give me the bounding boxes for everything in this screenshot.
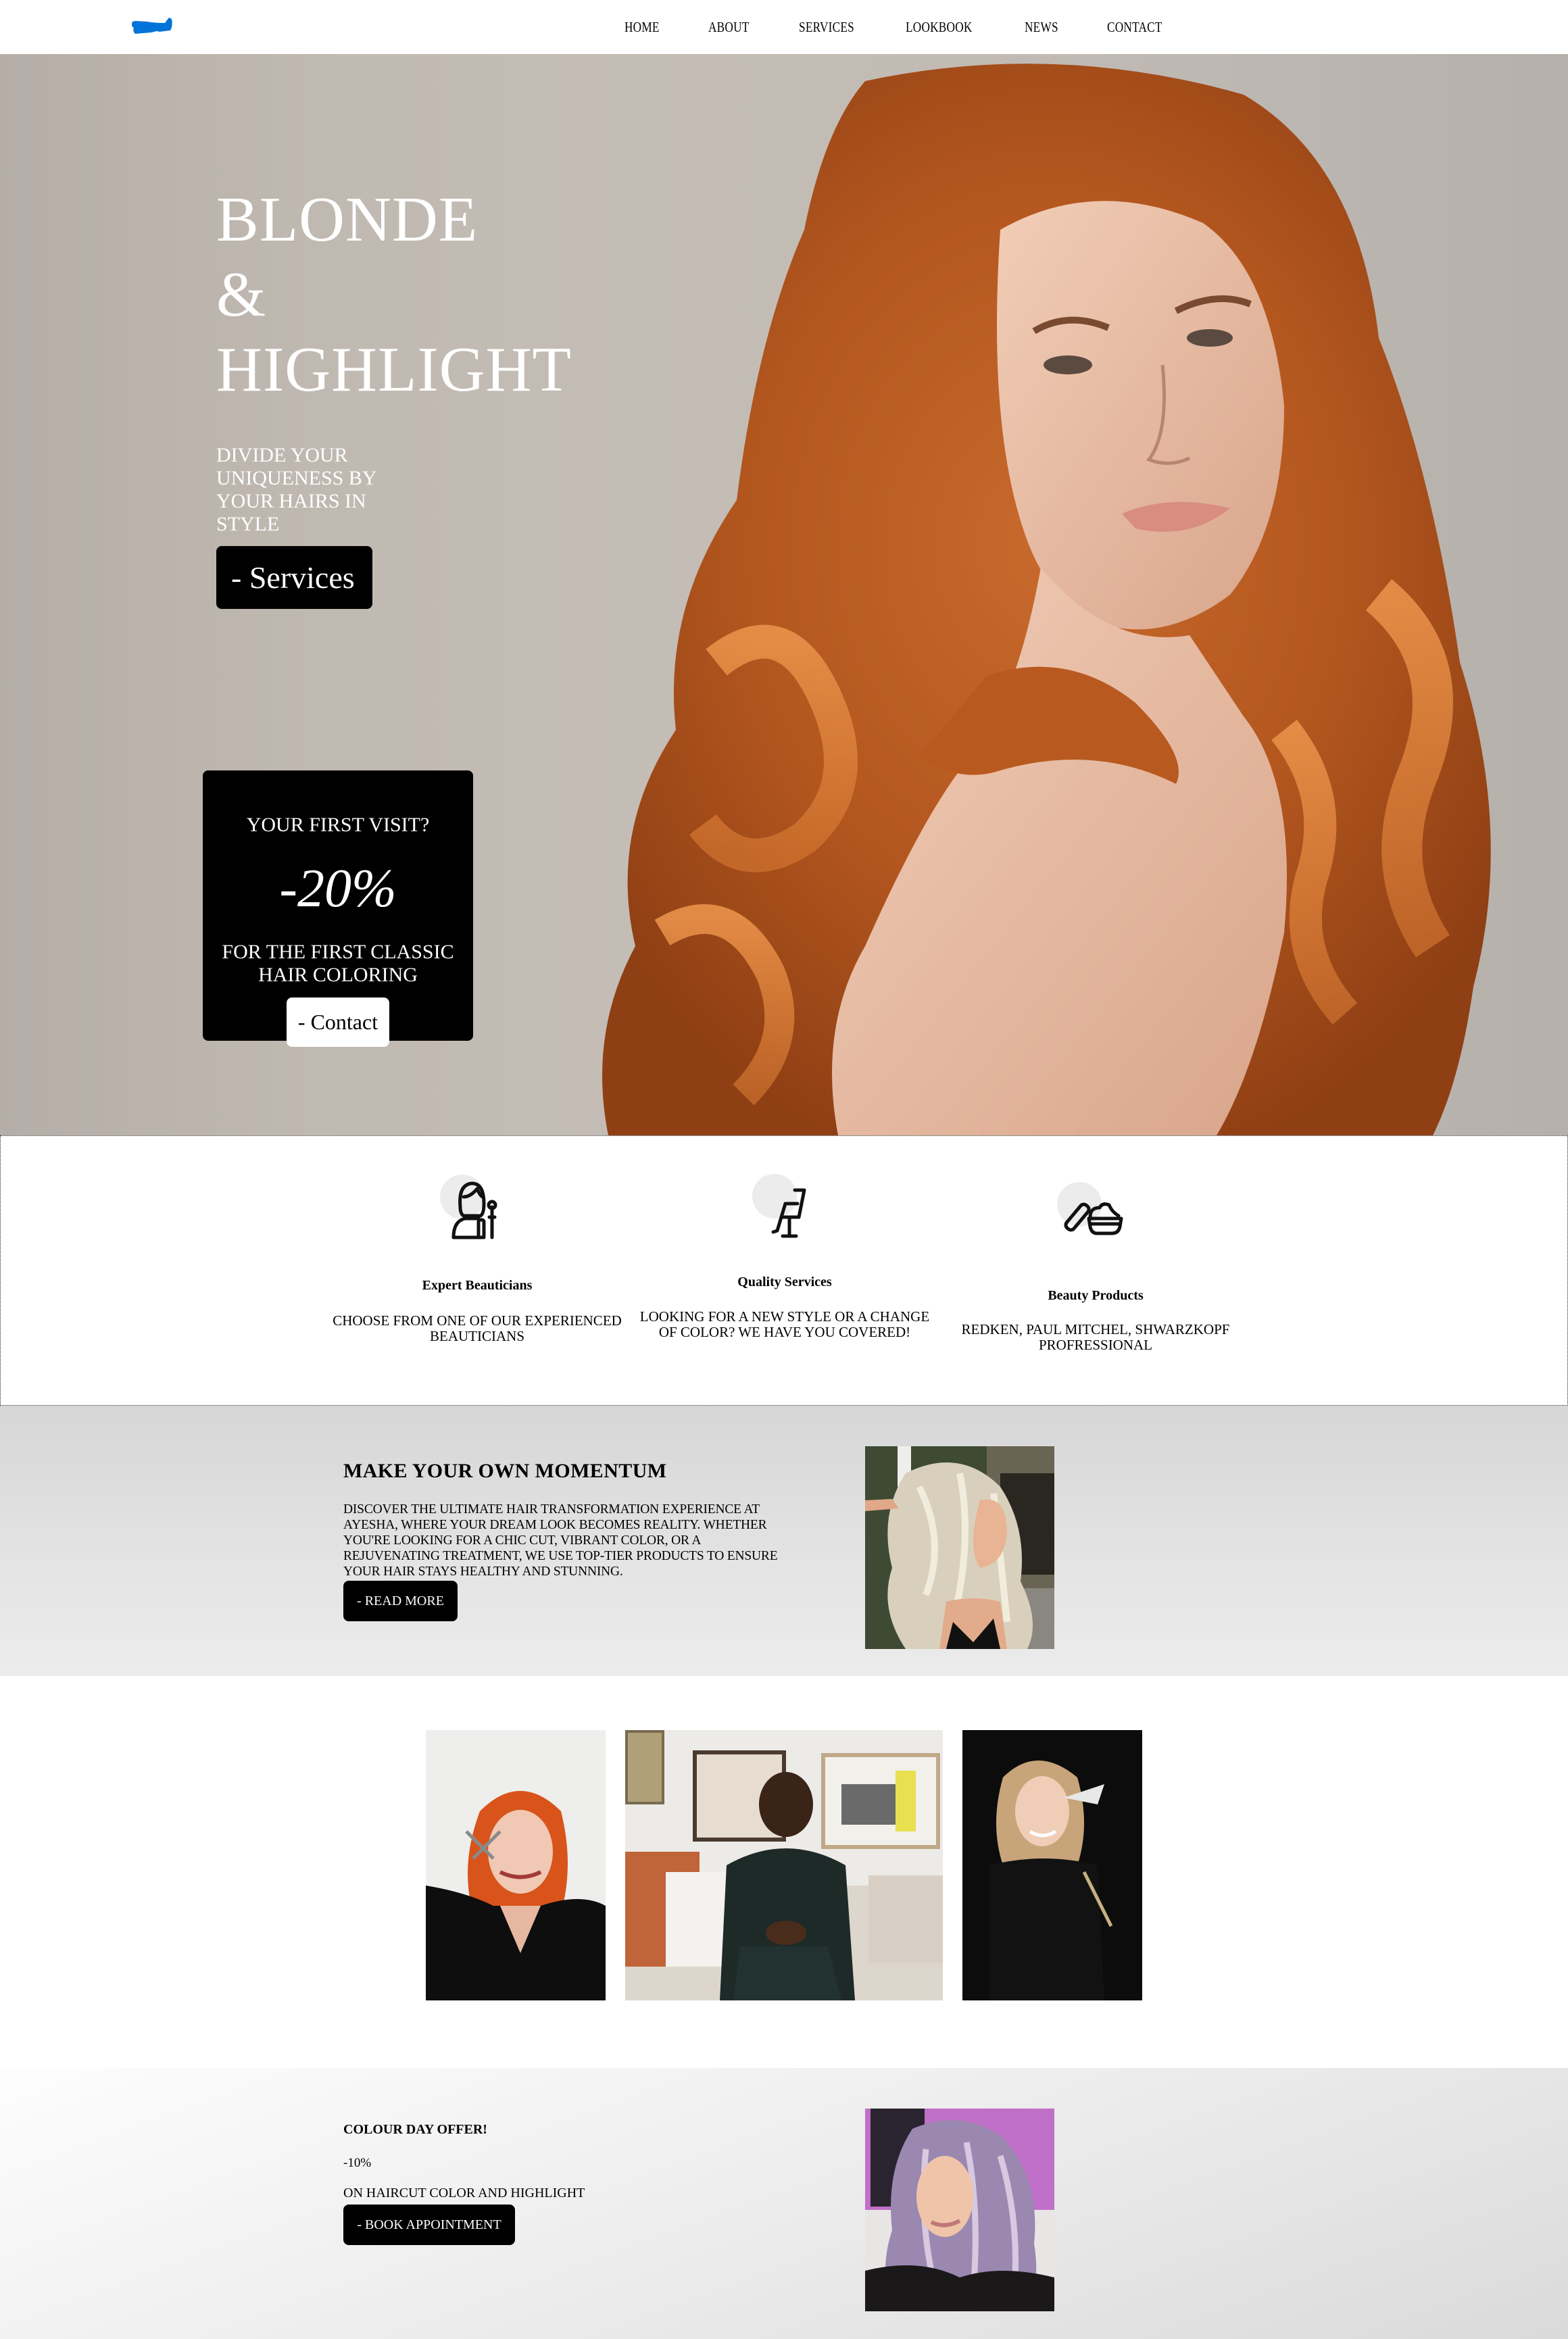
hero-section: BLONDE & HIGHLIGHT DIVIDE YOUR UNIQUENES… [0, 54, 1568, 1135]
services-button[interactable]: - Services [216, 546, 372, 609]
salon-chair-icon [771, 1188, 806, 1238]
team-member-photo [962, 1730, 1142, 2000]
book-appointment-button[interactable]: - BOOK APPOINTMENT [343, 2205, 515, 2245]
hero-title-line: & [216, 260, 267, 330]
feature-description: REDKEN, PAUL MITCHEL, SHWARZKOPF PROFRES… [961, 1321, 1230, 1353]
nav-lookbook[interactable]: LOOKBOOK [906, 19, 973, 36]
hero-title-line: HIGHLIGHT [216, 335, 572, 405]
hero-title: BLONDE & HIGHLIGHT [216, 182, 572, 408]
hero-subtitle: DIVIDE YOUR UNIQUENESS BY YOUR HAIRS IN … [216, 444, 376, 535]
site-header: HOME ABOUT SERVICES LOOKBOOK NEWS CONTAC… [0, 0, 1568, 54]
team-member-photo [625, 1730, 943, 2000]
feature-title: Expert Beauticians [422, 1278, 533, 1293]
beautician-icon [451, 1181, 497, 1239]
nav-home[interactable]: HOME [624, 19, 660, 36]
feature-card: Beauty Products REDKEN, PAUL MITCHEL, SH… [947, 1136, 1244, 1406]
momentum-section: MAKE YOUR OWN MOMENTUM DISCOVER THE ULTI… [0, 1406, 1568, 1676]
read-more-button[interactable]: - READ MORE [343, 1581, 458, 1621]
feature-title: Quality Services [737, 1275, 832, 1289]
promo-discount: -20% [279, 859, 397, 918]
hero-portrait-image [602, 64, 1491, 1135]
nav-services[interactable]: SERVICES [799, 19, 854, 36]
feature-description: CHOOSE FROM ONE OF OUR EXPERIENCED BEAUT… [333, 1312, 622, 1344]
features-section: Expert Beauticians CHOOSE FROM ONE OF OU… [0, 1135, 1568, 1406]
cream-jar-icon [1064, 1202, 1123, 1235]
team-section [0, 1676, 1568, 2068]
promo-description: FOR THE FIRST CLASSIC HAIR COLORING [222, 941, 454, 986]
colour-day-offer-section: COLOUR DAY OFFER! -10% ON HAIRCUT COLOR … [0, 2068, 1568, 2339]
main-nav: HOME ABOUT SERVICES LOOKBOOK NEWS CONTAC… [0, 19, 1568, 39]
first-visit-promo-card: YOUR FIRST VISIT? -20% FOR THE FIRST CLA… [203, 770, 473, 1047]
lavender-hair-image [865, 2109, 1054, 2311]
feature-card: Quality Services LOOKING FOR A NEW STYLE… [636, 1136, 933, 1406]
momentum-title: MAKE YOUR OWN MOMENTUM [343, 1460, 667, 1482]
nav-news[interactable]: NEWS [1025, 19, 1058, 36]
team-member-photo [426, 1730, 606, 2000]
offer-description: ON HAIRCUT COLOR AND HIGHLIGHT [343, 2186, 585, 2200]
momentum-body: DISCOVER THE ULTIMATE HAIR TRANSFORMATIO… [343, 1502, 778, 1579]
nav-about[interactable]: ABOUT [708, 19, 750, 36]
feature-description: LOOKING FOR A NEW STYLE OR A CHANGE OF C… [639, 1308, 930, 1340]
contact-button[interactable]: - Contact [287, 998, 389, 1047]
offer-title: COLOUR DAY OFFER! [343, 2122, 487, 2137]
promo-question: YOUR FIRST VISIT? [246, 814, 430, 836]
feature-card: Expert Beauticians CHOOSE FROM ONE OF OU… [325, 1136, 629, 1406]
nav-contact[interactable]: CONTACT [1107, 19, 1162, 36]
offer-discount: -10% [343, 2156, 372, 2170]
blonde-hair-image [865, 1446, 1054, 1649]
hero-title-line: BLONDE [216, 184, 479, 255]
feature-title: Beauty Products [1048, 1288, 1144, 1303]
